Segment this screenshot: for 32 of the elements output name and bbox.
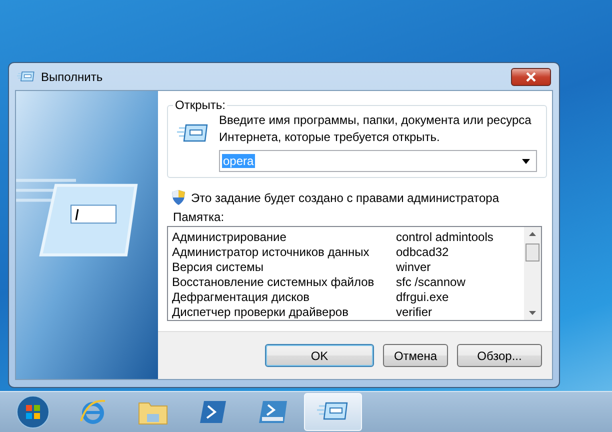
shield-icon <box>172 190 185 205</box>
list-cell-text: Версия системы <box>172 260 264 274</box>
dropdown-arrow-icon[interactable] <box>522 158 530 164</box>
window-title: Выполнить <box>41 70 104 84</box>
shell-editor-icon <box>258 399 288 425</box>
list-cell-text: control admintools <box>396 230 494 244</box>
memo-label: Памятка: <box>173 210 226 224</box>
scrollbar[interactable] <box>524 227 541 320</box>
list-cell-text: Дефрагментация дисков <box>172 290 311 304</box>
command-input-value: opera <box>222 154 255 168</box>
taskbar-button[interactable] <box>304 393 362 431</box>
list-cell-text: Диспетчер проверки драйверов <box>172 304 350 318</box>
admin-note: Это задание будет создано с правами администратора <box>191 190 500 204</box>
dialog-button[interactable]: OK <box>265 344 374 367</box>
list-cell-text: dfrgui.exe <box>396 290 450 304</box>
dialog-button[interactable]: Отмена <box>383 344 448 367</box>
shell-icon <box>199 399 227 425</box>
list-cell-text: verifier <box>396 304 434 318</box>
list-cell-text: winver <box>396 260 432 274</box>
browser-icon <box>78 397 108 427</box>
list-cell-text: Восстановление системных файлов <box>172 274 376 288</box>
open-label: Открыть: <box>174 98 226 112</box>
close-button[interactable] <box>511 68 551 86</box>
list-cell-text: sfc /scannow <box>396 274 466 288</box>
description-text: Введите имя программы, папки, документа или ресурса Интернета, которые требуется открыть. <box>219 112 532 146</box>
close-icon <box>525 72 537 82</box>
list-cell-text: Администрирование <box>172 230 288 244</box>
run-icon <box>17 70 35 84</box>
dialog-button[interactable]: Обзор... <box>457 344 542 367</box>
list-cell-text: Администратор источников данных <box>172 244 370 258</box>
start-orb-icon <box>16 395 50 429</box>
list-cell-text: odbcad32 <box>396 244 450 258</box>
